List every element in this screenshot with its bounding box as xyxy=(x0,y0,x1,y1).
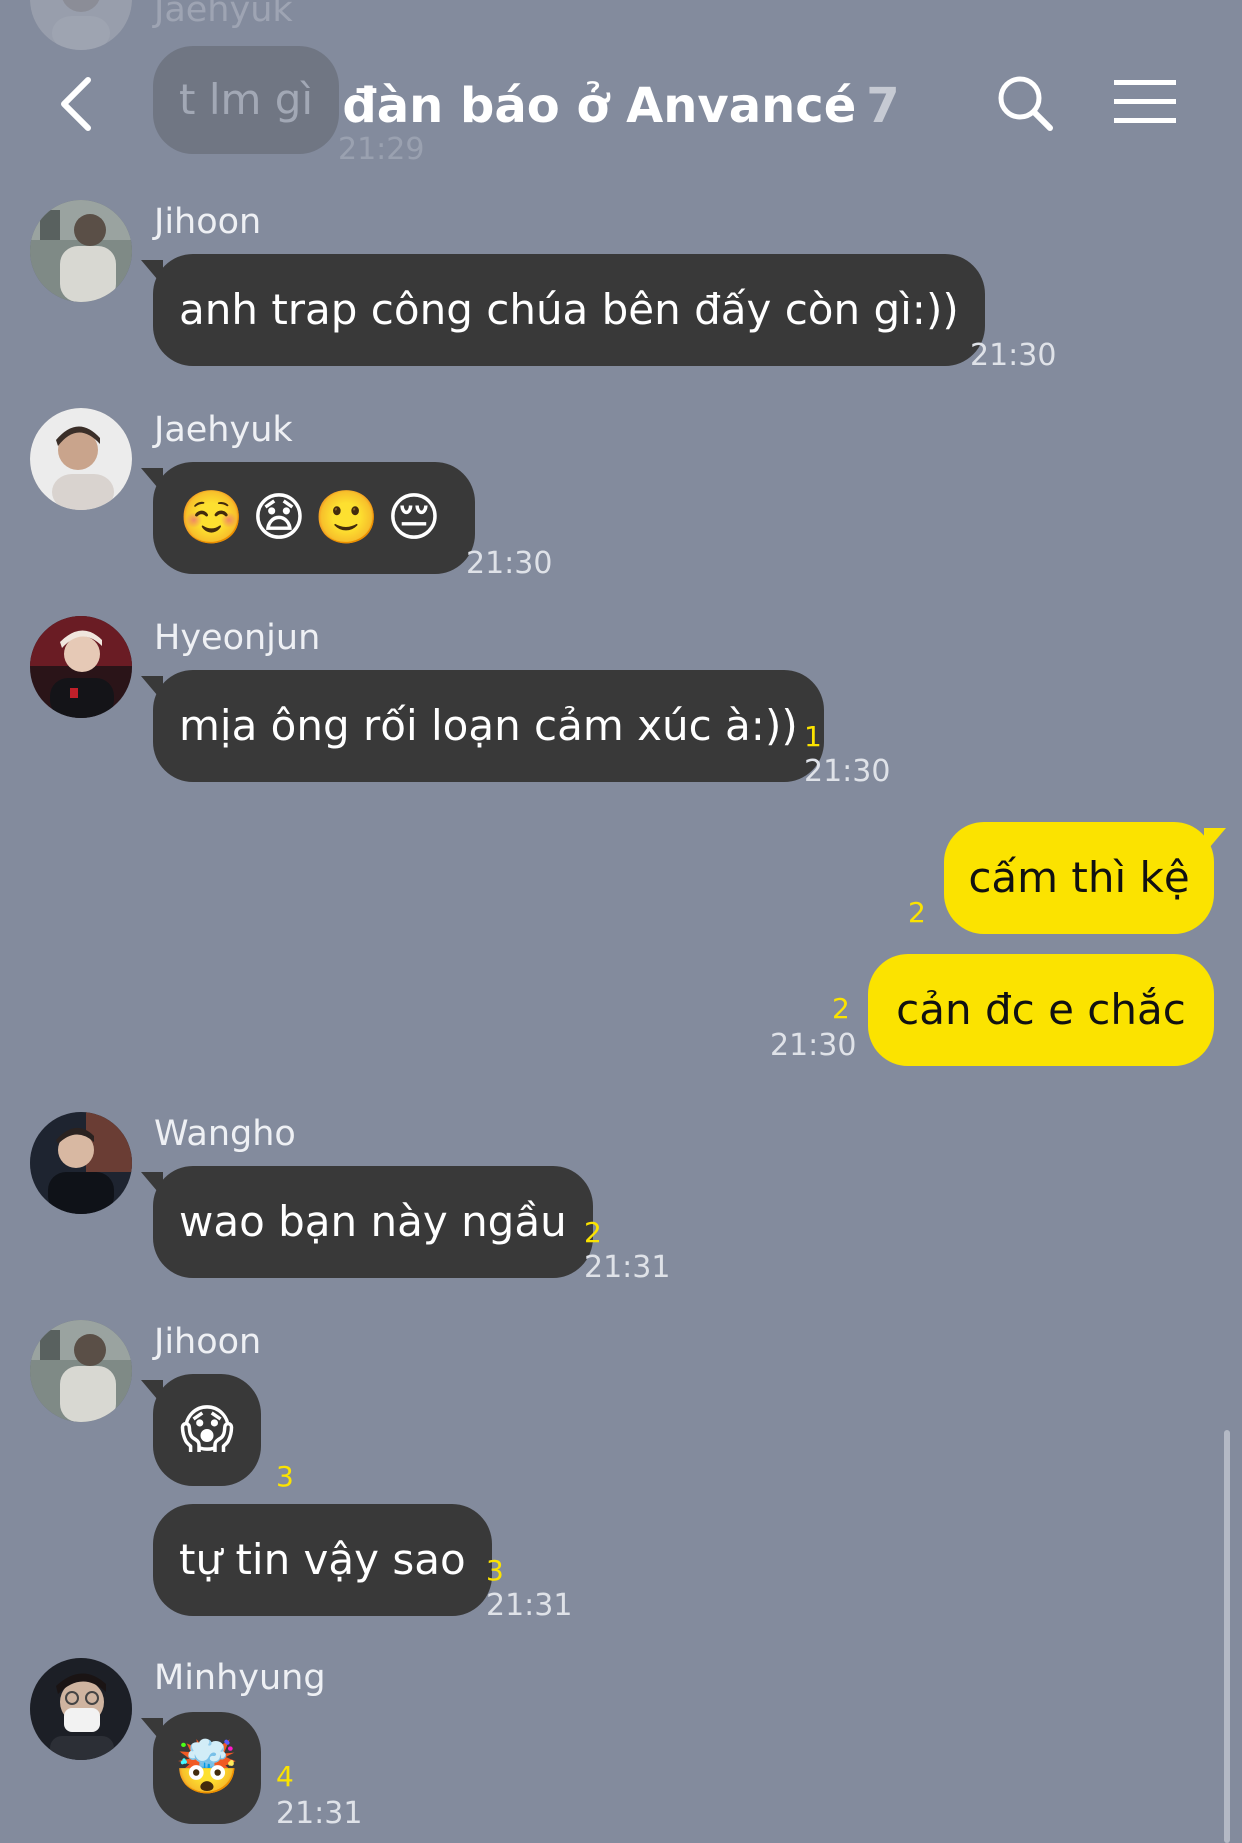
avatar-jihoon[interactable] xyxy=(30,1320,132,1422)
unread-count: 1 xyxy=(804,720,822,753)
avatar-photo xyxy=(30,1320,132,1422)
sender-name: Jihoon xyxy=(154,1322,262,1362)
menu-button[interactable] xyxy=(1114,78,1178,126)
message-bubble[interactable]: wao bạn này ngầu xyxy=(141,1166,593,1278)
message-time: 21:30 xyxy=(770,1028,857,1063)
message-bubble[interactable]: 🤯 xyxy=(141,1712,261,1824)
avatar-photo xyxy=(30,1112,132,1214)
unread-count: 2 xyxy=(584,1216,602,1249)
sender-name: Minhyung xyxy=(154,1658,326,1698)
avatar-hyeonjun[interactable] xyxy=(30,616,132,718)
avatar-wangho[interactable] xyxy=(30,1112,132,1214)
unread-count: 3 xyxy=(276,1460,294,1493)
message-time: 21:31 xyxy=(276,1796,363,1831)
message-bubble[interactable]: 😱 xyxy=(141,1374,261,1486)
unread-count: 2 xyxy=(908,896,926,929)
scrollbar[interactable] xyxy=(1224,1430,1230,1843)
message-time: 21:31 xyxy=(584,1250,671,1285)
avatar-photo xyxy=(30,200,132,302)
unread-count: 2 xyxy=(832,992,850,1025)
search-icon xyxy=(998,76,1053,131)
message-time: 21:30 xyxy=(804,754,891,789)
search-button[interactable] xyxy=(996,74,1054,132)
avatar-photo xyxy=(30,408,132,510)
sender-name: Wangho xyxy=(154,1114,296,1154)
avatar-jaehyuk[interactable] xyxy=(30,408,132,510)
sender-name: Jaehyuk xyxy=(154,0,293,30)
sender-name: Jaehyuk xyxy=(154,410,293,450)
my-message-bubble[interactable]: cản đc e chắc xyxy=(868,954,1214,1066)
chat-name: đàn báo ở Anvancé xyxy=(342,78,857,134)
avatar-photo xyxy=(30,616,132,718)
message-bubble[interactable]: tự tin vậy sao xyxy=(153,1504,492,1616)
hamburger-menu-icon xyxy=(1114,80,1176,123)
my-message-bubble[interactable]: cấm thì kệ xyxy=(944,822,1226,934)
message-time: 21:29 xyxy=(338,132,425,167)
chat-title: đàn báo ở Anvancé 7 xyxy=(0,78,1242,134)
message-time: 21:30 xyxy=(970,338,1057,373)
sender-name: Jihoon xyxy=(154,202,262,242)
member-count: 7 xyxy=(866,78,900,134)
avatar-jihoon[interactable] xyxy=(30,200,132,302)
message-time: 21:31 xyxy=(486,1588,573,1623)
avatar-jaehyuk-faded[interactable] xyxy=(30,0,132,50)
unread-count: 4 xyxy=(276,1760,294,1793)
message-time: 21:30 xyxy=(466,546,553,581)
message-bubble[interactable]: anh trap công chúa bên đấy còn gì:)) xyxy=(141,254,985,366)
avatar-minhyung[interactable] xyxy=(30,1658,132,1760)
message-bubble[interactable]: mịa ông rối loạn cảm xúc à:)) xyxy=(141,670,824,782)
unread-count: 3 xyxy=(486,1554,504,1587)
sender-name: Hyeonjun xyxy=(154,618,321,658)
message-bubble[interactable]: ☺️😧🙂😔 xyxy=(141,462,475,574)
avatar-photo xyxy=(30,1658,132,1760)
